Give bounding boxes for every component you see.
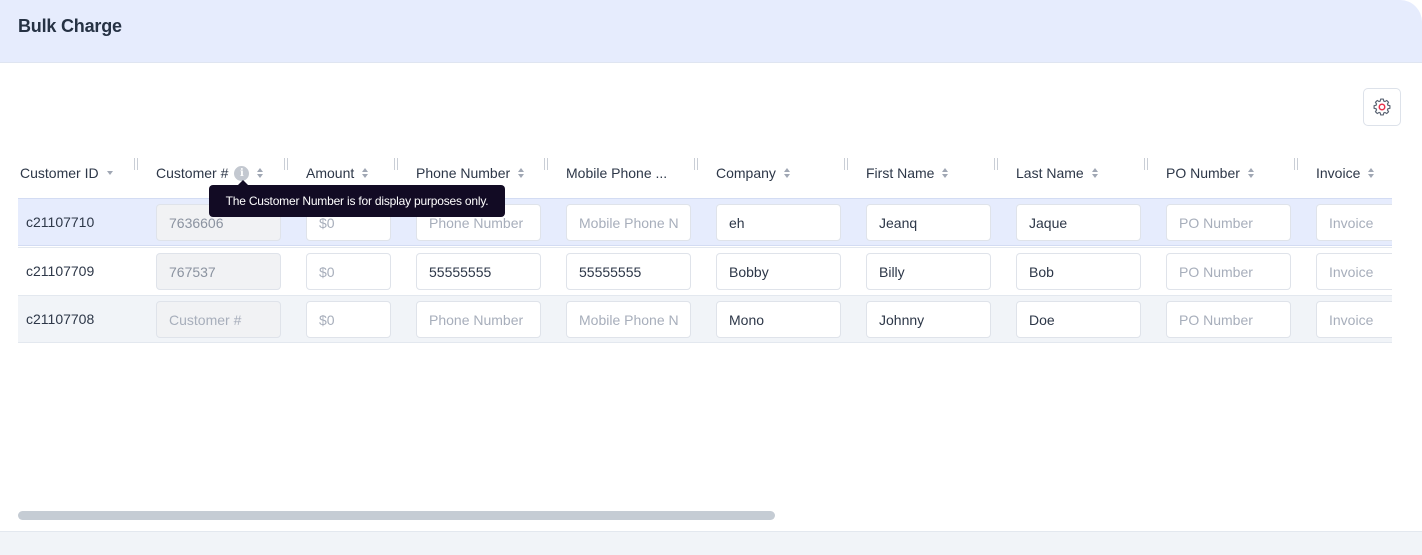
column-resize-handle[interactable] (1293, 158, 1299, 170)
customer-id-cell: c21107708 (26, 311, 95, 327)
column-label: Company (716, 165, 776, 181)
column-resize-handle[interactable] (133, 158, 139, 170)
column-header-company[interactable]: Company (716, 148, 791, 198)
column-resize-handle[interactable] (993, 158, 999, 170)
column-resize-handle[interactable] (543, 158, 549, 170)
sort-icon (106, 167, 114, 179)
sort-icon (518, 167, 525, 179)
column-header-customer-id[interactable]: Customer ID (20, 148, 114, 198)
column-header-mobile-phone[interactable]: Mobile Phone ... (566, 148, 667, 198)
table-row[interactable]: c21107708 (18, 295, 1392, 343)
customer-number-input (156, 301, 281, 338)
customer-id-cell: c21107709 (26, 263, 95, 279)
sort-icon (783, 167, 791, 179)
company-input[interactable] (716, 253, 841, 290)
column-resize-handle[interactable] (693, 158, 699, 170)
column-label: Phone Number (416, 165, 511, 181)
column-resize-handle[interactable] (1143, 158, 1149, 170)
column-label: Invoice (1316, 165, 1361, 181)
column-label: Last Name (1016, 165, 1084, 181)
column-label: Customer # (156, 165, 229, 181)
column-label: First Name (866, 165, 935, 181)
column-label: Amount (306, 165, 355, 181)
page-footer (0, 531, 1422, 555)
sort-icon (1247, 167, 1255, 179)
phone-number-input[interactable] (416, 301, 541, 338)
horizontal-scrollbar[interactable] (18, 511, 775, 520)
info-icon[interactable]: i (234, 165, 250, 181)
column-label: Customer ID (20, 165, 99, 181)
sort-icon (1368, 167, 1375, 179)
mobile-phone-input[interactable] (566, 204, 691, 241)
sort-icon (257, 167, 264, 179)
column-header-first-name[interactable]: First Name (866, 148, 949, 198)
po-number-input[interactable] (1166, 301, 1291, 338)
company-input[interactable] (716, 204, 841, 241)
invoice-input[interactable] (1316, 204, 1392, 241)
gear-icon (1373, 98, 1391, 116)
sort-icon (1091, 167, 1099, 179)
column-header-last-name[interactable]: Last Name (1016, 148, 1099, 198)
column-label: Mobile Phone ... (566, 165, 668, 181)
amount-input[interactable] (306, 253, 391, 290)
amount-input[interactable] (306, 301, 391, 338)
column-label: PO Number (1166, 165, 1240, 181)
customer-number-tooltip: The Customer Number is for display purpo… (209, 180, 505, 217)
page-title: Bulk Charge (18, 16, 122, 36)
last-name-input[interactable] (1016, 301, 1141, 338)
column-header-po-number[interactable]: PO Number (1166, 148, 1255, 198)
bulk-charge-table: Customer ID Customer # i Amount Phone Nu… (18, 148, 1392, 348)
invoice-input[interactable] (1316, 301, 1392, 338)
column-resize-handle[interactable] (393, 158, 399, 170)
invoice-input[interactable] (1316, 253, 1392, 290)
table-row[interactable]: c21107709 (18, 247, 1392, 295)
mobile-phone-input[interactable] (566, 253, 691, 290)
table-settings-button[interactable] (1363, 88, 1401, 126)
po-number-input[interactable] (1166, 204, 1291, 241)
sort-icon (362, 167, 369, 179)
mobile-phone-input[interactable] (566, 301, 691, 338)
sort-icon (942, 167, 949, 179)
po-number-input[interactable] (1166, 253, 1291, 290)
column-header-invoice[interactable]: Invoice (1316, 148, 1375, 198)
page-header: Bulk Charge (0, 0, 1422, 63)
column-resize-handle[interactable] (283, 158, 289, 170)
company-input[interactable] (716, 301, 841, 338)
column-resize-handle[interactable] (843, 158, 849, 170)
phone-number-input[interactable] (416, 253, 541, 290)
last-name-input[interactable] (1016, 204, 1141, 241)
first-name-input[interactable] (866, 204, 991, 241)
first-name-input[interactable] (866, 253, 991, 290)
customer-number-input (156, 253, 281, 290)
customer-id-cell: c21107710 (26, 214, 95, 230)
last-name-input[interactable] (1016, 253, 1141, 290)
first-name-input[interactable] (866, 301, 991, 338)
